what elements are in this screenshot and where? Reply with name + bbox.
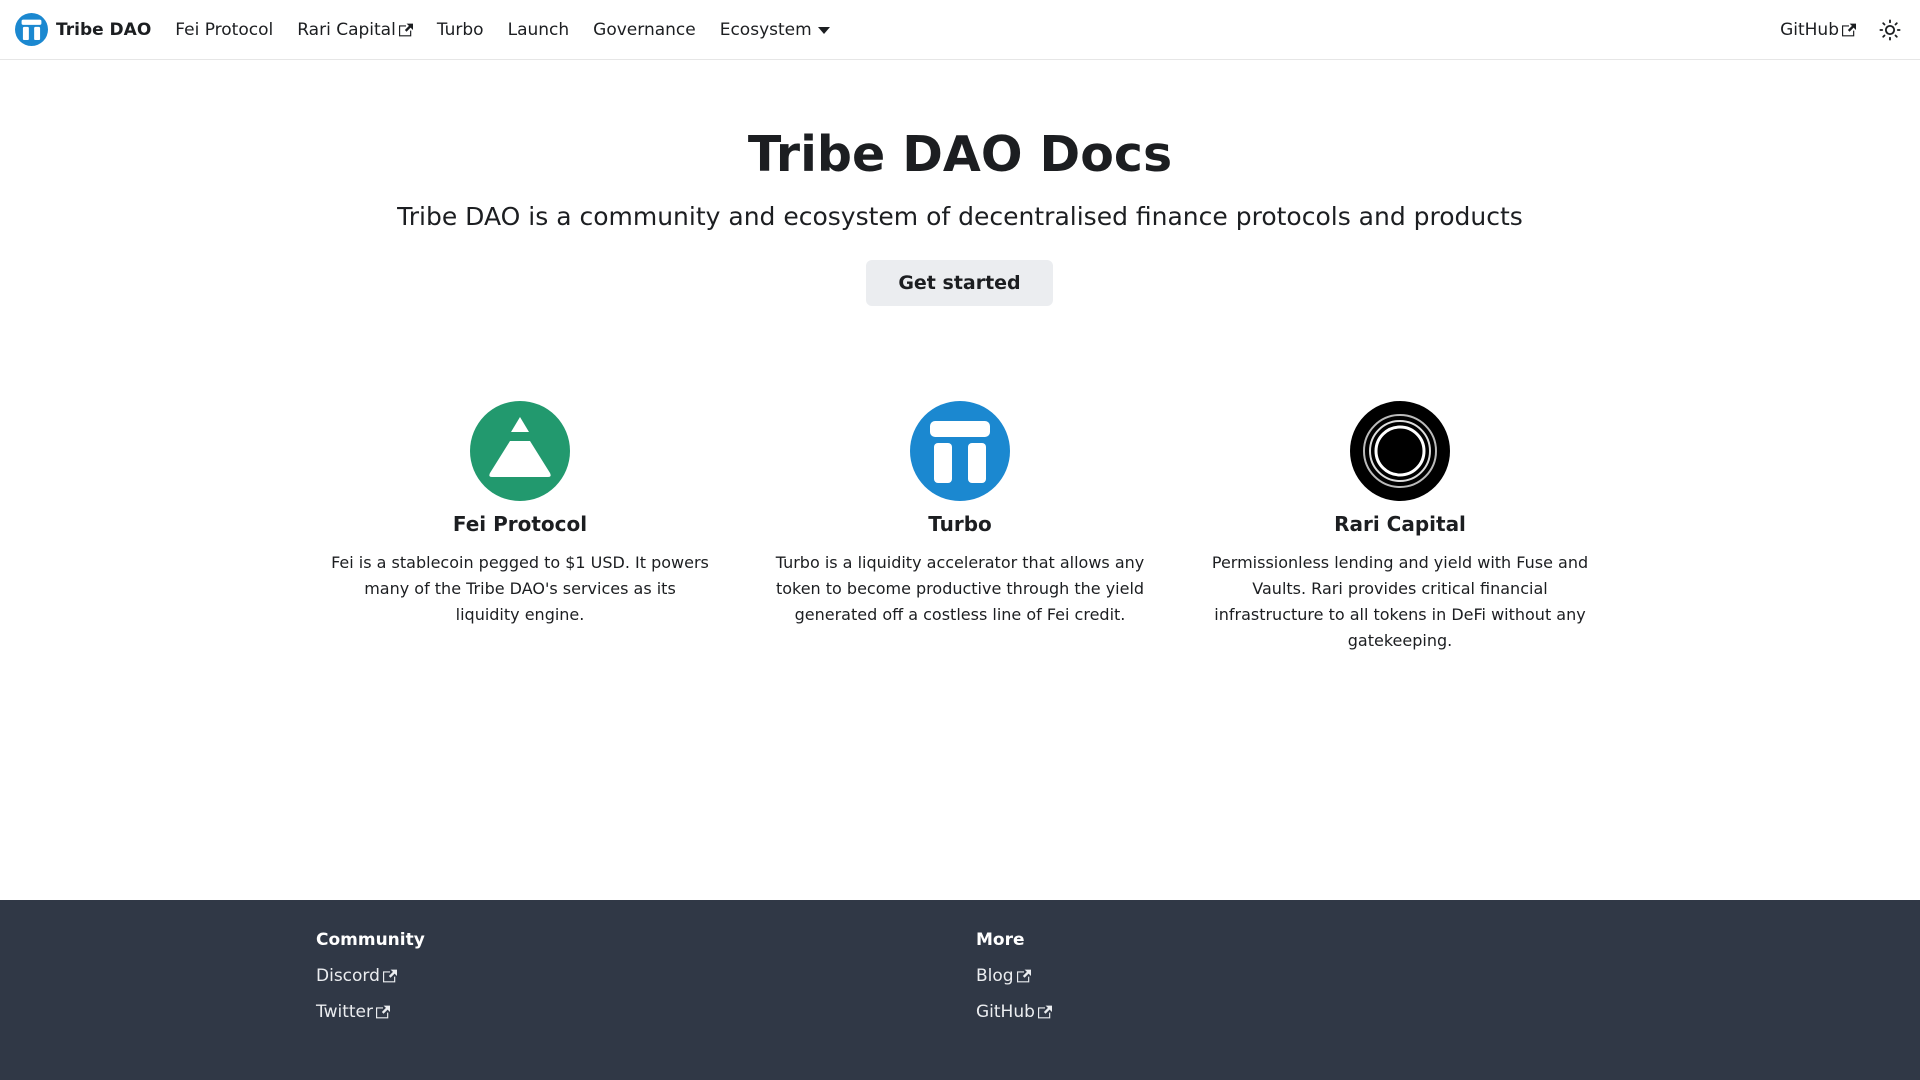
footer-link-twitter[interactable]: Twitter: [316, 1002, 425, 1022]
brand-link[interactable]: Tribe DAO: [15, 13, 151, 46]
external-link-icon: [375, 1005, 390, 1019]
footer-column-title: More: [976, 930, 1025, 950]
feature-title: Rari Capital: [1334, 512, 1466, 536]
rari-logo-icon: [1350, 401, 1450, 501]
external-link-icon: [398, 23, 413, 36]
nav-github[interactable]: GitHub: [1768, 0, 1868, 60]
footer-link-github[interactable]: GitHub: [976, 1002, 1052, 1022]
nav-turbo[interactable]: Turbo: [425, 0, 496, 60]
theme-toggle-button[interactable]: [1872, 12, 1908, 48]
nav-launch[interactable]: Launch: [496, 0, 582, 60]
nav-fei-protocol[interactable]: Fei Protocol: [163, 0, 285, 60]
feature-description: Turbo is a liquidity accelerator that al…: [775, 553, 1145, 624]
feature-description: Permissionless lending and yield with Fu…: [1211, 553, 1589, 650]
external-link-icon: [1037, 1005, 1052, 1019]
caret-down-icon: [817, 27, 830, 34]
sun-icon: [1879, 18, 1901, 41]
turbo-logo-icon: [910, 401, 1010, 501]
footer-column-title: Community: [316, 930, 425, 950]
footer-column-community: Community Discord Twitter: [316, 930, 425, 1022]
feature-rari-capital: Rari Capital Permissionless lending and …: [1210, 401, 1590, 654]
external-link-icon: [382, 969, 397, 983]
footer-link-blog[interactable]: Blog: [976, 966, 1052, 986]
nav-governance[interactable]: Governance: [581, 0, 708, 60]
footer-column-more: More Blog GitHub: [976, 930, 1052, 1022]
nav-rari-capital[interactable]: Rari Capital: [285, 0, 425, 60]
feature-fei-protocol: Fei Protocol Fei is a stablecoin pegged …: [330, 401, 710, 628]
feature-title: Turbo: [928, 512, 992, 536]
top-navbar: Tribe DAO Fei Protocol Rari Capital Turb…: [0, 0, 1920, 60]
get-started-button[interactable]: Get started: [866, 260, 1053, 306]
external-link-icon: [1842, 23, 1856, 36]
hero-title: Tribe DAO Docs: [747, 126, 1173, 183]
tribe-logo-icon: [15, 13, 48, 46]
footer-link-discord[interactable]: Discord: [316, 966, 425, 986]
external-link-icon: [1016, 969, 1031, 983]
feature-description: Fei is a stablecoin pegged to $1 USD. It…: [331, 553, 709, 624]
feature-title: Fei Protocol: [452, 512, 588, 536]
navbar-right: GitHub: [1768, 0, 1908, 60]
hero-subtitle: Tribe DAO is a community and ecosystem o…: [397, 202, 1523, 231]
site-footer: Community Discord Twitter More Blog GitH…: [0, 900, 1920, 1080]
nav-ecosystem-dropdown[interactable]: Ecosystem: [708, 0, 842, 60]
brand-title: Tribe DAO: [56, 19, 152, 40]
feature-turbo: Turbo Turbo is a liquidity accelerator t…: [770, 401, 1150, 628]
fei-logo-icon: [470, 401, 570, 501]
